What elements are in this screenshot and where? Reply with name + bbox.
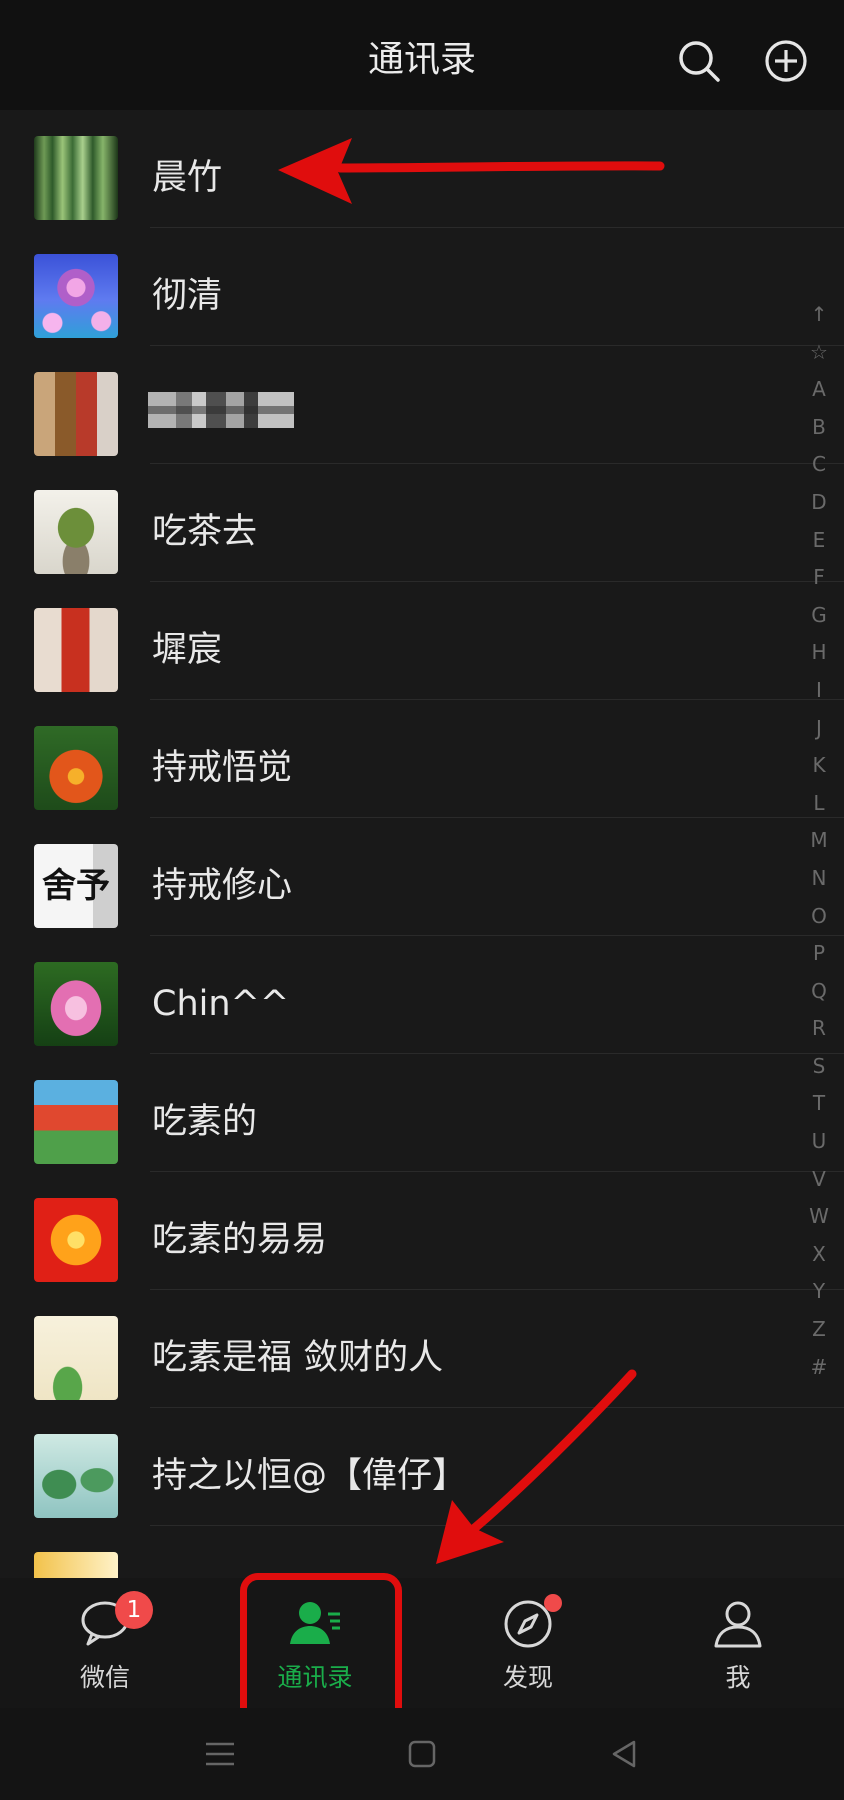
- tab-discover[interactable]: 发现: [448, 1578, 608, 1708]
- back-icon[interactable]: [604, 1734, 644, 1774]
- avatar: [34, 254, 118, 338]
- index-letter[interactable]: Z: [806, 1311, 832, 1349]
- bottom-tab-bar: 1 微信 通讯录 发现 我: [0, 1578, 844, 1708]
- contact-row[interactable]: 晨竹: [0, 110, 844, 228]
- contact-row[interactable]: 墀宸: [0, 582, 844, 700]
- index-letter[interactable]: H: [806, 634, 832, 672]
- contact-name: 吃素的: [152, 1102, 258, 1142]
- contact-name: 墀宸: [152, 630, 223, 670]
- avatar: [34, 962, 118, 1046]
- redacted-name: [148, 392, 294, 428]
- alphabet-index[interactable]: ↑ ☆ A B C D E F G H I J K L M N O P Q R S T U V W X Y Z #: [806, 296, 832, 1386]
- add-icon[interactable]: [763, 38, 809, 84]
- contact-name: 彻清: [152, 276, 223, 316]
- tab-chats[interactable]: 1 微信: [25, 1578, 185, 1708]
- index-letter[interactable]: P: [806, 935, 832, 973]
- index-letter[interactable]: ↑: [806, 296, 832, 334]
- index-letter[interactable]: A: [806, 371, 832, 409]
- contact-name: Chin^^: [152, 984, 290, 1024]
- index-letter[interactable]: V: [806, 1161, 832, 1199]
- avatar: [34, 1552, 118, 1578]
- index-letter[interactable]: M: [806, 822, 832, 860]
- index-letter[interactable]: S: [806, 1048, 832, 1086]
- index-letter[interactable]: D: [806, 484, 832, 522]
- contact-row[interactable]: 吃茶去: [0, 464, 844, 582]
- contact-name: 晨竹: [152, 158, 223, 198]
- contact-row[interactable]: [0, 346, 844, 464]
- index-letter[interactable]: K: [806, 747, 832, 785]
- person-icon: [714, 1601, 762, 1648]
- index-letter[interactable]: U: [806, 1123, 832, 1161]
- system-nav-bar: [0, 1708, 844, 1800]
- tab-me[interactable]: 我: [658, 1578, 818, 1708]
- avatar: [34, 372, 118, 456]
- contact-name: 吃素的易易: [152, 1220, 328, 1260]
- contact-list[interactable]: 晨竹 彻清 吃茶去 墀宸 持戒悟觉 舍予 持戒修心 Chin^^ 吃素的 吃素的…: [0, 110, 844, 1578]
- contact-name: 持戒修心: [152, 866, 293, 906]
- contact-row[interactable]: 持戒悟觉: [0, 700, 844, 818]
- contact-row[interactable]: Chin^^: [0, 936, 844, 1054]
- index-letter[interactable]: R: [806, 1010, 832, 1048]
- top-bar: 通讯录: [0, 0, 844, 110]
- avatar: [34, 726, 118, 810]
- tab-label: 发现: [502, 1663, 553, 1692]
- contact-name: 持之以恒@【偉仔】: [152, 1456, 468, 1496]
- avatar: [34, 1198, 118, 1282]
- index-letter[interactable]: L: [806, 785, 832, 823]
- contact-name: 吃茶去: [152, 512, 258, 552]
- avatar: [34, 136, 118, 220]
- avatar: 舍予: [34, 844, 118, 928]
- search-icon[interactable]: [676, 38, 722, 84]
- avatar: [34, 1080, 118, 1164]
- index-letter[interactable]: #: [806, 1349, 832, 1387]
- contact-row[interactable]: 吃素是福 敛财的人: [0, 1290, 844, 1408]
- contact-row-partial[interactable]: [0, 1526, 844, 1578]
- index-letter[interactable]: W: [806, 1198, 832, 1236]
- contact-row[interactable]: 舍予 持戒修心: [0, 818, 844, 936]
- index-letter[interactable]: T: [806, 1085, 832, 1123]
- contact-name: 吃素是福 敛财的人: [152, 1338, 444, 1378]
- avatar: [34, 1316, 118, 1400]
- index-letter[interactable]: E: [806, 522, 832, 560]
- index-letter[interactable]: X: [806, 1236, 832, 1274]
- unread-badge: 1: [115, 1591, 153, 1629]
- notification-dot: [544, 1594, 562, 1612]
- index-letter[interactable]: C: [806, 446, 832, 484]
- contact-row[interactable]: 持之以恒@【偉仔】: [0, 1408, 844, 1526]
- avatar: [34, 1434, 118, 1518]
- menu-icon[interactable]: [200, 1734, 240, 1774]
- contact-row[interactable]: 彻清: [0, 228, 844, 346]
- index-letter[interactable]: O: [806, 898, 832, 936]
- contact-row[interactable]: 吃素的易易: [0, 1172, 844, 1290]
- index-letter[interactable]: Y: [806, 1273, 832, 1311]
- index-letter[interactable]: Q: [806, 973, 832, 1011]
- avatar: [34, 490, 118, 574]
- index-letter[interactable]: F: [806, 559, 832, 597]
- tab-label: 微信: [79, 1663, 130, 1692]
- index-letter[interactable]: N: [806, 860, 832, 898]
- index-letter[interactable]: I: [806, 672, 832, 710]
- index-letter[interactable]: B: [806, 409, 832, 447]
- home-icon[interactable]: [402, 1734, 442, 1774]
- contact-name: 持戒悟觉: [152, 748, 293, 788]
- index-letter[interactable]: ☆: [806, 334, 832, 372]
- contact-row[interactable]: 吃素的: [0, 1054, 844, 1172]
- avatar-text: 舍予: [42, 866, 110, 906]
- avatar: [34, 608, 118, 692]
- tab-label: 我: [725, 1663, 751, 1692]
- index-letter[interactable]: G: [806, 597, 832, 635]
- index-letter[interactable]: J: [806, 710, 832, 748]
